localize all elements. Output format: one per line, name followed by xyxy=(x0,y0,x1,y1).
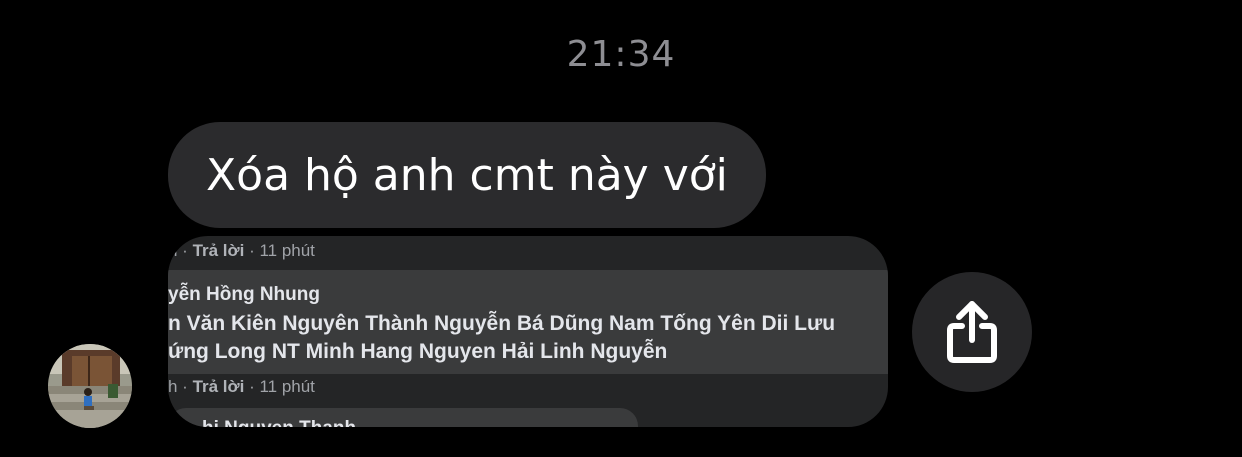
shared-screenshot[interactable]: h · Trả lời · 11 phút yễn Hồng Nhung n V… xyxy=(168,236,888,427)
reply-link: Trả lời xyxy=(192,241,245,260)
comment-meta-bottom: h · Trả lời · 11 phút xyxy=(168,377,315,396)
comment-author: yễn Hồng Nhung xyxy=(168,284,320,305)
reply-link: Trả lời xyxy=(192,377,245,396)
comment-meta-top: h · Trả lời · 11 phút xyxy=(168,241,315,260)
comment-box: yễn Hồng Nhung n Văn Kiên Nguyên Thành N… xyxy=(168,270,888,374)
comment-text-line-2: ứng Long NT Minh Hang Nguyen Hải Linh Ng… xyxy=(168,340,668,363)
avatar-photo xyxy=(48,344,132,428)
share-button[interactable] xyxy=(912,272,1032,392)
next-comment-author: hi Nguyen Thanh xyxy=(202,418,356,427)
comment-text-line-1: n Văn Kiên Nguyên Thành Nguyễn Bá Dũng N… xyxy=(168,312,836,335)
message-text: Xóa hộ anh cmt này với xyxy=(206,149,728,201)
message-bubble[interactable]: Xóa hộ anh cmt này với xyxy=(168,122,766,228)
avatar[interactable] xyxy=(48,344,132,428)
next-comment-box: hi Nguyen Thanh xyxy=(168,408,638,427)
share-icon xyxy=(947,301,997,363)
message-timestamp: 21:34 xyxy=(566,34,676,75)
